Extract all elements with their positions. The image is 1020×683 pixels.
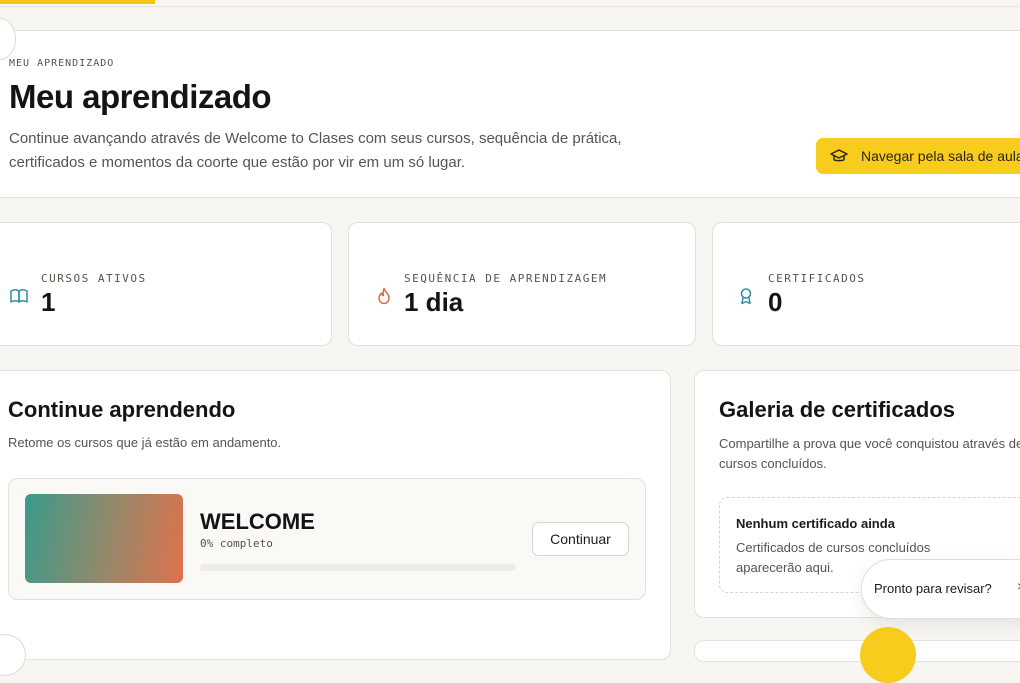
stat-value: 1 dia <box>404 287 464 317</box>
stat-value: 1 <box>41 287 56 317</box>
review-prompt-toast[interactable]: Pronto para revisar? × <box>861 559 1020 619</box>
gallery-subtitle: Compartilhe a prova que você conquistou … <box>719 436 1020 471</box>
stat-card-certificates: CERTIFICADOS 0 <box>712 222 1020 346</box>
stat-value: 0 <box>768 287 783 317</box>
stat-label: CURSOS ATIVOS <box>41 272 147 285</box>
course-progress-text: 0% completo <box>200 537 273 550</box>
hero-description: Continue avançando através de Welcome to… <box>9 130 622 171</box>
course-card[interactable]: WELCOME 0% completo Continuar <box>8 478 646 600</box>
stat-card-learning-streak: SEQUÊNCIA DE APRENDIZAGEM 1 dia <box>348 222 696 346</box>
course-title: WELCOME <box>200 509 315 534</box>
continue-course-button[interactable]: Continuar <box>532 522 629 556</box>
flame-icon <box>378 287 390 305</box>
active-tab-indicator <box>0 0 155 4</box>
hero-card: MEU APRENDIZADO Meu aprendizado Continue… <box>0 30 1020 198</box>
browse-classroom-label: Navegar pela sala de aula <box>861 148 1020 164</box>
page-title: Meu aprendizado <box>9 78 272 115</box>
stat-card-active-courses: CURSOS ATIVOS 1 <box>0 222 332 346</box>
empty-state-title: Nenhum certificado ainda <box>736 516 895 531</box>
continue-learning-subtitle: Retome os cursos que já estão em andamen… <box>8 435 282 450</box>
help-fab-button[interactable] <box>860 627 916 683</box>
graduation-cap-icon <box>830 149 848 162</box>
hero-eyebrow: MEU APRENDIZADO <box>9 58 115 69</box>
book-icon <box>10 289 28 303</box>
course-thumbnail <box>25 494 183 583</box>
stat-label: CERTIFICADOS <box>768 272 866 285</box>
review-prompt-text: Pronto para revisar? <box>874 581 992 596</box>
next-panel <box>694 640 1020 662</box>
top-nav-line <box>0 0 1020 7</box>
stat-label: SEQUÊNCIA DE APRENDIZAGEM <box>404 272 608 285</box>
browse-classroom-button[interactable]: Navegar pela sala de aula <box>816 138 1020 174</box>
continue-learning-title: Continue aprendendo <box>8 397 236 422</box>
award-icon <box>740 288 752 305</box>
course-progress-bar <box>200 564 516 571</box>
gallery-title: Galeria de certificados <box>719 397 955 422</box>
